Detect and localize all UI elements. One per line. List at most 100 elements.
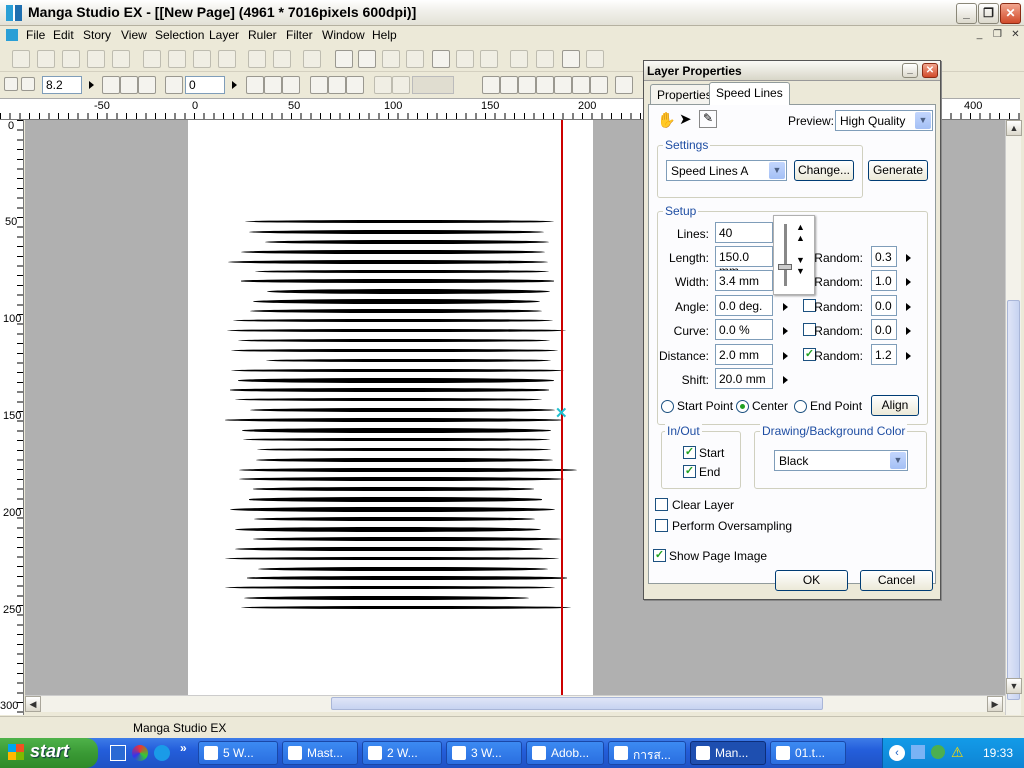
quicklaunch-icon-3[interactable]	[154, 745, 170, 761]
menu-ruler[interactable]: Ruler	[248, 28, 277, 42]
curve-input[interactable]: 0.0 %	[715, 319, 773, 340]
length-random-input[interactable]: 0.3	[871, 246, 897, 267]
paste-icon[interactable]	[193, 50, 211, 68]
mdi-restore-icon[interactable]: ❐	[990, 29, 1005, 42]
panel-ruler-icon[interactable]	[615, 76, 633, 94]
settings-select[interactable]: Speed Lines A ▼	[666, 160, 787, 181]
distance-arrow-icon[interactable]	[783, 352, 788, 360]
page[interactable]: ✕	[188, 120, 593, 695]
ruler-icon[interactable]	[310, 76, 328, 94]
horizontal-scroll-thumb[interactable]	[331, 697, 823, 710]
redo-icon[interactable]	[273, 50, 291, 68]
save-all-icon[interactable]	[112, 50, 130, 68]
close-button[interactable]: ✕	[1000, 3, 1021, 24]
horizontal-scrollbar[interactable]: ◀ ▶	[25, 695, 1005, 712]
start-button[interactable]: start	[0, 738, 98, 768]
ok-button[interactable]: OK	[775, 570, 848, 591]
clear-layer-checkbox[interactable]	[655, 498, 668, 511]
pen-tool-icon[interactable]: ✎	[699, 110, 717, 128]
tray-network-icon[interactable]	[911, 745, 925, 759]
cancel-button[interactable]: Cancel	[860, 570, 933, 591]
quicklaunch-icon-1[interactable]	[110, 745, 126, 761]
tray-warning-icon[interactable]: ⚠	[951, 744, 964, 761]
menu-layer[interactable]: Layer	[209, 28, 239, 42]
grid-toggle-icon[interactable]	[346, 76, 364, 94]
open-icon[interactable]	[62, 50, 80, 68]
lines-input[interactable]: 40	[715, 222, 773, 243]
center-radio[interactable]	[736, 400, 749, 413]
tab-speed-lines[interactable]: Speed Lines	[709, 82, 790, 105]
new-page-icon[interactable]	[37, 50, 55, 68]
menu-file[interactable]: File	[26, 28, 45, 42]
rotation-arrow-icon[interactable]	[232, 81, 237, 89]
hand-tool-icon[interactable]: ✋	[657, 111, 676, 129]
task-button[interactable]: Man...	[690, 741, 766, 765]
task-button[interactable]: Adob...	[526, 741, 604, 765]
zoom-out-icon[interactable]	[21, 77, 35, 91]
copy-icon[interactable]	[168, 50, 186, 68]
tray-messenger-icon[interactable]	[931, 745, 945, 759]
end-point-radio[interactable]	[794, 400, 807, 413]
maximize-button[interactable]: ❐	[978, 3, 999, 24]
dialog-close-button[interactable]: ✕	[922, 63, 938, 78]
task-button[interactable]: 5 W...	[198, 741, 278, 765]
curve-arrow-icon[interactable]	[783, 327, 788, 335]
preview-select[interactable]: High Quality ▼	[835, 110, 933, 131]
flip-horizontal-icon[interactable]	[264, 76, 282, 94]
width-random-input[interactable]: 1.0	[871, 270, 897, 291]
curve-random-input[interactable]: 0.0	[871, 319, 897, 340]
lines-icon[interactable]	[554, 76, 572, 94]
align-button[interactable]: Align	[871, 395, 919, 416]
change-button[interactable]: Change...	[794, 160, 854, 181]
panel-icon-1[interactable]	[510, 50, 528, 68]
task-button[interactable]: 2 W...	[362, 741, 442, 765]
menu-window[interactable]: Window	[322, 28, 365, 42]
minimize-button[interactable]: _	[956, 3, 977, 24]
new-icon[interactable]	[12, 50, 30, 68]
pointer-tool-icon[interactable]: ➤	[679, 110, 692, 128]
angle-random-input[interactable]: 0.0	[871, 295, 897, 316]
check-icon[interactable]	[456, 50, 474, 68]
oversampling-checkbox[interactable]	[655, 519, 668, 532]
menu-view[interactable]: View	[121, 28, 147, 42]
view-icon-3[interactable]	[382, 50, 400, 68]
rotate-icon[interactable]	[165, 76, 183, 94]
distance-random-input[interactable]: 1.2	[871, 344, 897, 365]
perspective-icon-2[interactable]	[500, 76, 518, 94]
angle-input[interactable]: 0.0 deg.	[715, 295, 773, 316]
flip-vertical-icon[interactable]	[282, 76, 300, 94]
angle-arrow-icon[interactable]	[783, 303, 788, 311]
width-input[interactable]: 3.4 mm	[715, 270, 773, 291]
distance-input[interactable]: 2.0 mm	[715, 344, 773, 365]
task-button[interactable]: 01.t...	[770, 741, 846, 765]
save-icon[interactable]	[87, 50, 105, 68]
menu-selection[interactable]: Selection	[155, 28, 204, 42]
mdi-close-icon[interactable]: ✕	[1008, 29, 1023, 42]
zoom-field[interactable]: 8.2	[42, 76, 82, 94]
zoom-arrow-icon[interactable]	[89, 81, 94, 89]
angle-random-arrow-icon[interactable]	[906, 303, 911, 311]
zoom-in-icon[interactable]	[4, 77, 18, 91]
shift-input[interactable]: 20.0 mm	[715, 368, 773, 389]
perspective-icon-3[interactable]	[518, 76, 536, 94]
inout-start-checkbox[interactable]: ✓	[683, 446, 696, 459]
view-icon-4[interactable]	[406, 50, 424, 68]
menu-story[interactable]: Story	[83, 28, 111, 42]
length-random-arrow-icon[interactable]	[906, 254, 911, 262]
tray-expand-icon[interactable]: ‹	[889, 745, 905, 761]
frame-icon[interactable]	[590, 76, 608, 94]
scroll-left-icon[interactable]: ◀	[25, 696, 41, 712]
rotate-reset-icon[interactable]	[246, 76, 264, 94]
start-point-radio[interactable]	[661, 400, 674, 413]
rotation-field[interactable]: 0	[185, 76, 225, 94]
fit-page-icon[interactable]	[102, 76, 120, 94]
length-input[interactable]: 150.0 mm	[715, 246, 773, 278]
actual-size-icon[interactable]	[138, 76, 156, 94]
task-button[interactable]: 3 W...	[446, 741, 522, 765]
menu-edit[interactable]: Edit	[53, 28, 74, 42]
undo-icon[interactable]	[248, 50, 266, 68]
scroll-down-icon[interactable]: ▼	[1006, 678, 1022, 694]
curve-random-arrow-icon[interactable]	[906, 327, 911, 335]
color-select[interactable]: Black ▼	[774, 450, 908, 471]
quicklaunch-icon-2[interactable]	[132, 745, 148, 761]
